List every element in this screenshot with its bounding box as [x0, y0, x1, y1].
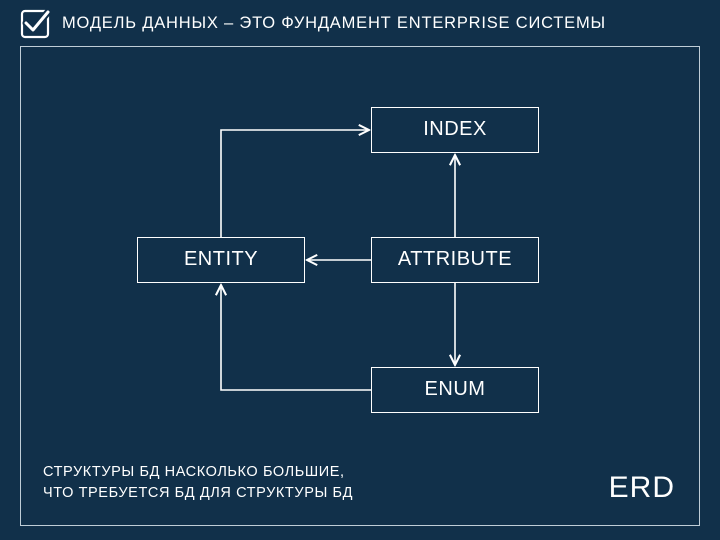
node-enum: ENUM	[371, 367, 539, 413]
node-index: INDEX	[371, 107, 539, 153]
checkbox-checked-icon-overlay	[20, 9, 50, 39]
diagram-frame: INDEX ENTITY ATTRIBUTE ENUM СТРУКТУРЫ БД…	[20, 46, 700, 526]
caption-line: ЧТО ТРЕБУЕТСЯ БД ДЛЯ СТРУКТУРЫ БД	[43, 485, 353, 501]
node-label: ENTITY	[184, 248, 258, 270]
node-label: ENUM	[425, 378, 486, 400]
slide-title: МОДЕЛЬ ДАННЫХ – ЭТО ФУНДАМЕНТ ENTERPRISE…	[62, 14, 606, 33]
node-entity: ENTITY	[137, 237, 305, 283]
slide-caption: СТРУКТУРЫ БД НАСКОЛЬКО БОЛЬШИЕ, ЧТО ТРЕБ…	[43, 462, 353, 506]
slide: МОДЕЛЬ ДАННЫХ – ЭТО ФУНДАМЕНТ ENTERPRISE…	[0, 0, 720, 540]
node-label: ATTRIBUTE	[398, 248, 512, 270]
node-attribute: ATTRIBUTE	[371, 237, 539, 283]
node-label: INDEX	[423, 118, 487, 140]
diagram-edges	[21, 47, 701, 527]
corner-label: ERD	[609, 471, 675, 505]
caption-line: СТРУКТУРЫ БД НАСКОЛЬКО БОЛЬШИЕ,	[43, 464, 345, 480]
